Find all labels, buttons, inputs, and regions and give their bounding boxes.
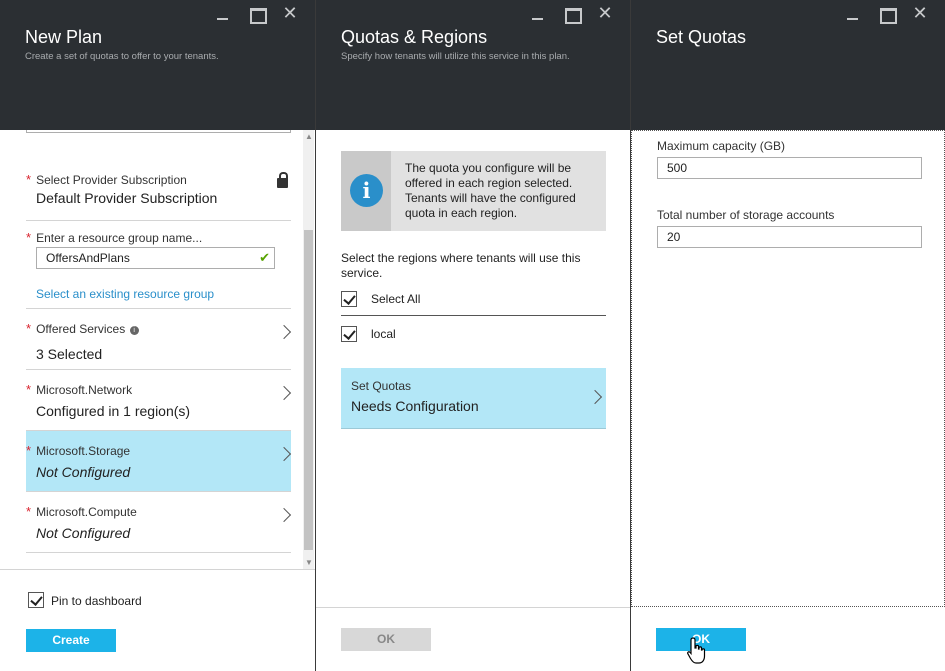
chevron-right-icon — [276, 324, 292, 340]
quotas-regions-blade: Quotas & Regions Specify how tenants wil… — [316, 0, 631, 671]
select-all-row[interactable]: Select All — [341, 283, 606, 316]
network-field[interactable]: * Microsoft.Network Configured in 1 regio… — [26, 370, 292, 431]
quotas-regions-footer: OK — [316, 607, 630, 671]
regions-prompt: Select the regions where tenants will us… — [341, 251, 581, 280]
new-plan-form: * Select Provider Subscription Default Pr… — [0, 130, 303, 569]
provider-subscription-value: Default Provider Subscription — [36, 190, 218, 206]
blade-title: New Plan — [25, 27, 103, 47]
required-marker: * — [26, 230, 32, 245]
valid-check-icon: ✔ — [259, 250, 270, 265]
chevron-right-icon — [276, 446, 292, 462]
set-quotas-card[interactable]: Set Quotas Needs Configuration — [341, 368, 606, 429]
close-icon[interactable]: ✕ — [273, 4, 307, 24]
cut-off-field — [26, 130, 291, 133]
required-marker: * — [26, 172, 32, 187]
vertical-scrollbar[interactable]: ▲ ▼ — [303, 130, 314, 569]
ok-button-disabled[interactable]: OK — [341, 628, 431, 651]
region-checkbox[interactable] — [341, 326, 357, 342]
lock-icon — [277, 172, 288, 188]
new-plan-blade: New Plan Create a set of quotas to offer… — [0, 0, 316, 671]
info-icon: i — [129, 326, 139, 335]
max-capacity-label: Maximum capacity (GB) — [657, 139, 786, 153]
scroll-up-icon[interactable]: ▲ — [305, 132, 313, 141]
close-icon[interactable]: ✕ — [903, 4, 937, 24]
blade-header: Set Quotas ✕ — [631, 0, 945, 130]
existing-resource-group-link[interactable]: Select an existing resource group — [36, 287, 214, 301]
pin-checkbox[interactable] — [28, 592, 44, 608]
scroll-down-icon[interactable]: ▼ — [305, 558, 313, 567]
blade-header: Quotas & Regions Specify how tenants wil… — [316, 0, 630, 130]
chevron-right-icon — [587, 389, 603, 405]
pin-label: Pin to dashboard — [51, 594, 142, 608]
required-marker: * — [26, 321, 32, 336]
storage-accounts-label: Total number of storage accounts — [657, 208, 835, 222]
required-marker: * — [26, 443, 32, 458]
close-icon[interactable]: ✕ — [588, 4, 622, 24]
maximize-icon[interactable] — [869, 4, 903, 24]
blade-title: Quotas & Regions — [341, 27, 488, 47]
minimize-icon[interactable] — [520, 4, 554, 24]
blade-header: New Plan Create a set of quotas to offer… — [0, 0, 315, 130]
blade-subtitle: Specify how tenants will utilize this se… — [341, 51, 570, 62]
info-box: i The quota you configure will be offere… — [341, 151, 606, 231]
blade-subtitle: Create a set of quotas to offer to your … — [25, 51, 219, 62]
required-marker: * — [26, 504, 32, 519]
scrollbar-thumb[interactable] — [304, 230, 313, 550]
max-capacity-input[interactable]: 500 — [657, 157, 922, 179]
maximize-icon[interactable] — [554, 4, 588, 24]
required-marker: * — [26, 382, 32, 397]
info-text: The quota you configure will be offered … — [405, 161, 576, 220]
create-button[interactable]: Create — [26, 629, 116, 652]
chevron-right-icon — [276, 385, 292, 401]
resource-group-input[interactable]: OffersAndPlans ✔ — [36, 247, 275, 269]
storage-accounts-input[interactable]: 20 — [657, 226, 922, 248]
storage-field[interactable]: * Microsoft.Storage Not Configured — [26, 431, 292, 492]
hand-cursor-icon — [687, 637, 706, 664]
maximize-icon[interactable] — [239, 4, 273, 24]
minimize-icon[interactable] — [835, 4, 869, 24]
set-quotas-blade: Set Quotas ✕ Maximum capacity (GB) 500 T… — [631, 0, 945, 671]
info-icon: i — [350, 174, 383, 207]
region-row[interactable]: local — [341, 318, 606, 351]
set-quotas-footer: OK — [631, 607, 945, 671]
minimize-icon[interactable] — [205, 4, 239, 24]
provider-subscription-field[interactable]: * Select Provider Subscription Default Pr… — [26, 160, 291, 221]
blade-title: Set Quotas — [656, 27, 747, 47]
new-plan-footer: Pin to dashboard Create — [0, 569, 315, 671]
set-quotas-form: Maximum capacity (GB) 500 Total number o… — [631, 130, 945, 607]
select-all-checkbox[interactable] — [341, 291, 357, 307]
offered-services-field[interactable]: * Offered Services i 3 Selected — [26, 309, 292, 370]
compute-field[interactable]: * Microsoft.Compute Not Configured — [26, 492, 292, 553]
chevron-right-icon — [276, 507, 292, 523]
